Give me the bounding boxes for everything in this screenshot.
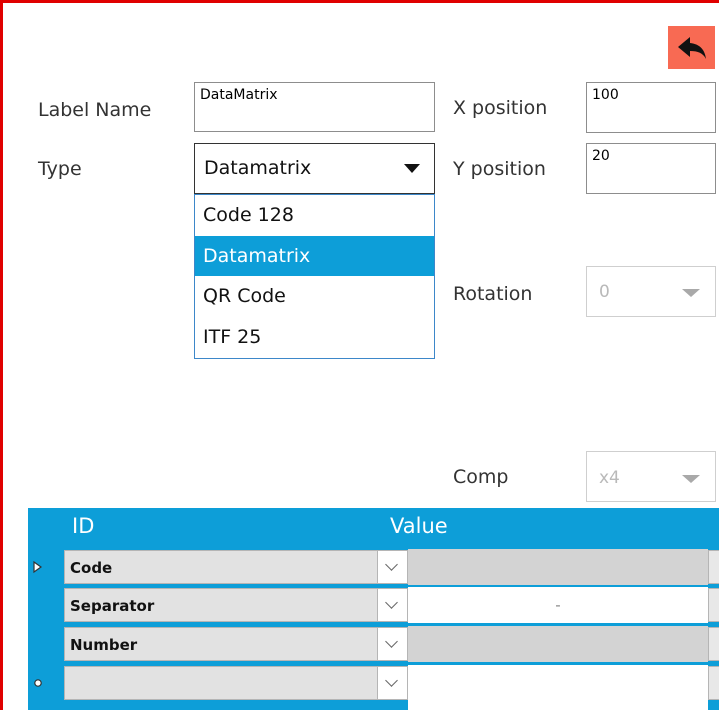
- row-value-cell[interactable]: [408, 626, 708, 662]
- chevron-down-icon: [385, 596, 398, 609]
- chevron-down-icon: [682, 289, 700, 297]
- x-position-input[interactable]: 100: [586, 82, 716, 133]
- cell-dropdown-button[interactable]: [377, 628, 407, 660]
- row-id-text: Number: [70, 636, 138, 654]
- chevron-down-icon: [385, 635, 398, 648]
- comp-label: Comp: [453, 466, 509, 488]
- delete-row-button[interactable]: X: [708, 588, 719, 622]
- data-grid: ID Value Code X Separator - X Number X: [28, 508, 719, 710]
- type-option-itf25[interactable]: ITF 25: [195, 317, 434, 358]
- y-position-input[interactable]: 20: [586, 143, 716, 194]
- rotation-value: 0: [599, 282, 610, 302]
- chevron-down-icon: [682, 475, 700, 483]
- new-row-indicator[interactable]: [28, 665, 64, 701]
- row-value-cell[interactable]: [408, 549, 708, 585]
- chevron-down-icon: [385, 674, 398, 687]
- label-name-label: Label Name: [38, 99, 152, 121]
- row-header[interactable]: [28, 626, 64, 662]
- chevron-down-icon: [385, 558, 398, 571]
- type-option-datamatrix[interactable]: Datamatrix: [195, 235, 434, 276]
- delete-row-button[interactable]: X: [708, 550, 719, 584]
- comp-value: x4: [599, 468, 620, 488]
- new-row-delete-button[interactable]: [708, 666, 719, 700]
- row-id-dropdown[interactable]: Code: [64, 550, 408, 584]
- y-position-label: Y position: [453, 158, 546, 180]
- row-id-dropdown[interactable]: Number: [64, 627, 408, 661]
- back-button[interactable]: [668, 26, 715, 69]
- cell-dropdown-button[interactable]: [377, 551, 407, 583]
- column-header-id[interactable]: ID: [72, 514, 94, 538]
- label-name-input[interactable]: DataMatrix: [194, 82, 435, 132]
- column-header-value[interactable]: Value: [390, 514, 448, 538]
- new-row-icon: [34, 679, 42, 687]
- comp-dropdown[interactable]: x4: [586, 451, 716, 502]
- row-pointer-icon: [33, 560, 43, 574]
- row-value-cell[interactable]: -: [408, 587, 708, 623]
- rotation-label: Rotation: [453, 283, 533, 305]
- delete-row-button[interactable]: X: [708, 627, 719, 661]
- new-row-id-dropdown[interactable]: [64, 666, 408, 700]
- type-option-code128[interactable]: Code 128: [195, 195, 434, 236]
- row-id-text: Code: [70, 559, 113, 577]
- row-id-text: Separator: [70, 597, 155, 615]
- type-option-qrcode[interactable]: QR Code: [195, 276, 434, 317]
- undo-arrow-icon: [677, 36, 706, 59]
- new-row-value-cell[interactable]: [408, 665, 708, 710]
- rotation-dropdown[interactable]: 0: [586, 266, 716, 317]
- cell-dropdown-button[interactable]: [377, 667, 407, 699]
- current-row-indicator[interactable]: [28, 549, 64, 585]
- row-header[interactable]: [28, 587, 64, 623]
- type-label: Type: [38, 158, 82, 180]
- type-dropdown[interactable]: Datamatrix: [194, 143, 435, 194]
- dropdown-arrow-icon: [404, 164, 420, 173]
- type-selected-value: Datamatrix: [204, 157, 312, 179]
- cell-dropdown-button[interactable]: [377, 589, 407, 621]
- row-id-dropdown[interactable]: Separator: [64, 588, 408, 622]
- x-position-label: X position: [453, 97, 548, 119]
- type-dropdown-list: Code 128 Datamatrix QR Code ITF 25: [194, 194, 435, 359]
